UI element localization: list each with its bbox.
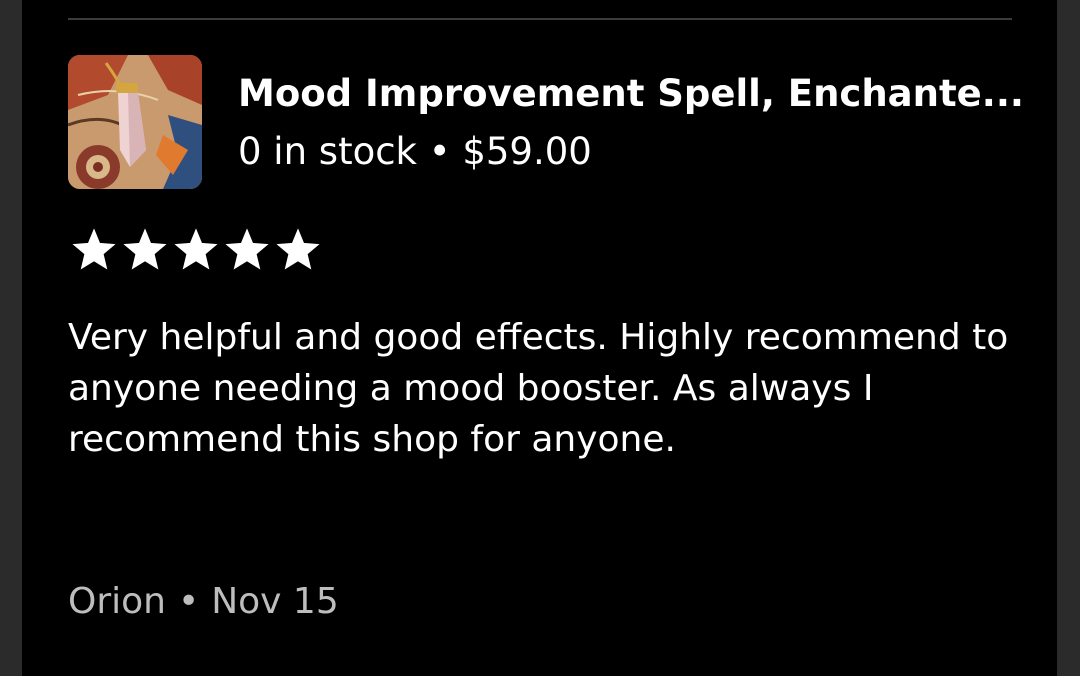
stock-status: 0 in stock [238,130,417,173]
listing-price: $59.00 [462,130,592,173]
listing-meta: 0 in stock • $59.00 [238,128,592,176]
crystal-pendant-icon [68,55,202,189]
divider [68,18,1012,20]
star-icon [174,228,218,270]
listing-title[interactable]: Mood Improvement Spell, Enchante... [238,70,1028,118]
star-icon [123,228,167,270]
review-date: Nov 15 [211,581,339,622]
review-author[interactable]: Orion [68,581,166,622]
review-card: Mood Improvement Spell, Enchante... 0 in… [22,0,1057,676]
meta-separator: • [428,130,451,173]
star-icon [72,228,116,270]
listing-thumbnail[interactable] [68,55,202,189]
review-byline: Orion • Nov 15 [68,578,339,626]
star-rating [72,228,320,272]
review-text: Very helpful and good effects. Highly re… [68,317,1009,460]
star-icon [225,228,269,270]
star-icon [276,228,320,270]
byline-separator: • [177,581,200,622]
